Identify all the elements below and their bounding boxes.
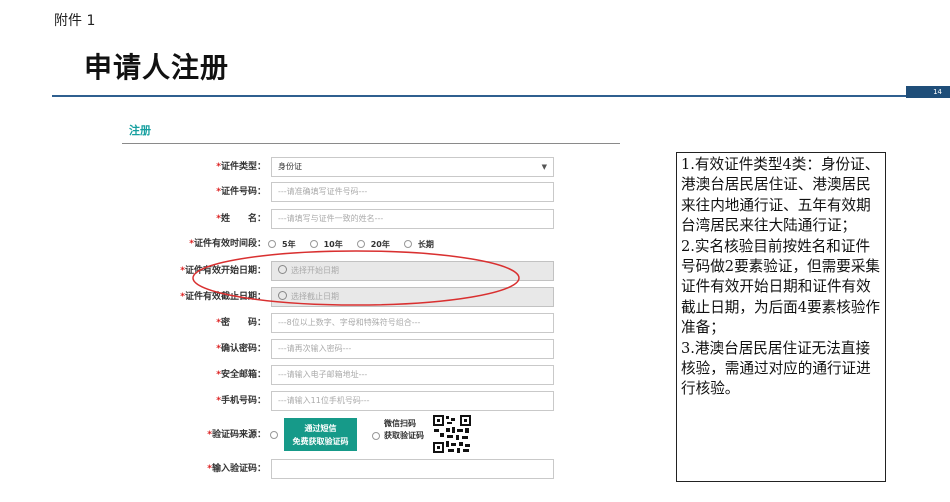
verification-code-input[interactable] xyxy=(271,459,554,479)
qr-code-icon xyxy=(432,414,472,454)
callout-point-1: 1.有效证件类型4类：身份证、港澳台居民居住证、港澳居民来往内地通行证、五年有效… xyxy=(681,156,880,235)
row-name: *姓 名： xyxy=(216,214,266,224)
page-title: 申请人注册 xyxy=(84,51,230,84)
id-type-select[interactable]: 身份证 ▼ xyxy=(271,157,554,177)
row-phone: *手机号码： xyxy=(216,396,266,406)
radio-icon xyxy=(268,240,276,248)
row-password: *密 码： xyxy=(216,318,266,328)
row-code-source: *验证码来源： xyxy=(207,430,266,440)
annotation-ellipse xyxy=(192,250,520,306)
row-confirm-password: *确认密码： xyxy=(216,344,266,354)
row-email: *安全邮箱： xyxy=(216,370,266,380)
wechat-get-code-label: 获取验证码 xyxy=(384,431,424,440)
wechat-scan-label: 微信扫码 xyxy=(384,419,416,428)
radio-icon xyxy=(309,240,318,248)
wechat-source-radio[interactable] xyxy=(372,432,380,440)
radio-icon xyxy=(356,240,365,248)
email-input[interactable]: ---请输入电子邮箱地址--- xyxy=(271,365,554,385)
sms-source-radio[interactable] xyxy=(270,431,278,439)
row-code: *输入验证码： xyxy=(207,464,266,474)
caret-down-icon: ▼ xyxy=(541,163,547,171)
confirm-password-input[interactable]: ---请再次输入密码--- xyxy=(271,339,554,359)
attachment-label: 附件 1 xyxy=(54,13,96,29)
id-number-input[interactable]: ---请准确填写证件号码--- xyxy=(271,182,554,202)
name-input[interactable]: ---请填写与证件一致的姓名--- xyxy=(271,209,554,229)
form-title: 注册 xyxy=(129,124,151,137)
sms-code-button[interactable]: 通过短信 免费获取验证码 xyxy=(284,418,357,451)
row-id-number: *证件号码： xyxy=(216,187,266,197)
annotation-callout: 1.有效证件类型4类：身份证、港澳台居民居住证、港澳居民来往内地通行证、五年有效… xyxy=(676,152,886,482)
phone-input[interactable]: ---请输入11位手机号码--- xyxy=(271,391,554,411)
title-divider xyxy=(52,95,912,97)
radio-icon xyxy=(403,240,412,248)
form-divider xyxy=(122,143,620,144)
callout-point-2: 2.实名核验目前按姓名和证件号码做2要素验证，但需要采集证件有效开始日期和证件有… xyxy=(681,237,881,337)
page-number: 14 xyxy=(906,86,950,98)
callout-point-3: 3.港澳台居民居住证无法直接核验，需通过对应的通行证进行核验。 xyxy=(681,339,871,398)
password-input[interactable]: ---8位以上数字、字母和特殊符号组合--- xyxy=(271,313,554,333)
row-id-type: *证件类型： xyxy=(216,162,266,172)
